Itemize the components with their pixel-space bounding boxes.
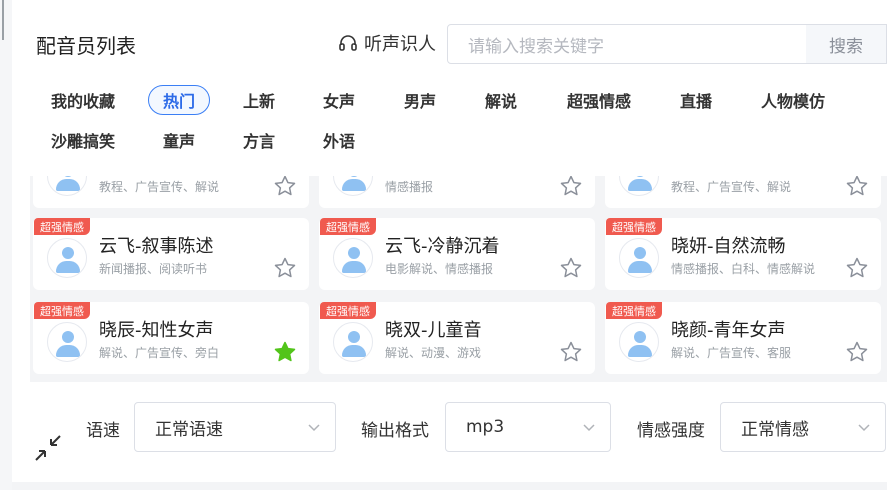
emotion-badge: 超强情感 [320, 302, 376, 319]
tab-category[interactable]: 解说 [470, 85, 532, 115]
avatar-icon [333, 322, 373, 362]
voice-name: 晓辰-知性女声 [99, 320, 214, 341]
tab-category[interactable]: 上新 [228, 85, 290, 115]
voice-name: 晓双-儿童音 [385, 320, 482, 341]
emotion-label: 情感强度 [637, 421, 705, 441]
voice-card[interactable]: 超强情感 晓辰-知性女声解说、广告宣传、旁白 [33, 302, 309, 374]
tab-category[interactable]: 我的收藏 [36, 85, 130, 115]
avatar-icon [333, 176, 373, 196]
tab-category[interactable]: 外语 [308, 125, 370, 155]
tab-category[interactable]: 直播 [665, 85, 727, 115]
star-icon[interactable] [559, 176, 583, 198]
avatar-icon [47, 238, 87, 278]
tab-category[interactable]: 童声 [148, 125, 210, 155]
voice-tags: 解说、广告宣传、旁白 [99, 346, 220, 360]
voice-name: 晓妍-自然流畅 [671, 236, 786, 257]
headset-icon [339, 35, 357, 51]
page-title: 配音员列表 [36, 34, 136, 58]
avatar-icon [619, 238, 659, 278]
voice-tags: 情感播报 [385, 180, 434, 194]
voice-card[interactable]: 情感播报 [319, 176, 595, 208]
listen-label: 听声识人 [364, 34, 436, 55]
chevron-down-icon [308, 424, 320, 432]
voice-card[interactable]: 教程、广告宣传、解说 [605, 176, 881, 208]
star-icon[interactable] [845, 340, 869, 364]
star-icon[interactable] [273, 256, 297, 280]
tab-category[interactable]: 方言 [228, 125, 290, 155]
star-filled-icon[interactable] [273, 340, 297, 364]
star-icon[interactable] [273, 176, 297, 198]
voice-name: 云飞-冷静沉着 [385, 236, 500, 257]
voice-list: 教程、广告宣传、解说 情感播报 教程、广告宣传、解说 超强情感 云飞-叙事陈述 新闻播报、… [30, 176, 887, 382]
star-icon[interactable] [559, 340, 583, 364]
edge-marker [2, 0, 4, 40]
avatar-icon [47, 322, 87, 362]
chevron-down-icon [583, 424, 595, 432]
listen-identify-button[interactable]: 听声识人 [338, 30, 436, 56]
search-input[interactable]: 请输入搜索关键字 [447, 24, 807, 64]
voice-tags: 教程、广告宣传、解说 [99, 180, 220, 194]
emotion-badge: 超强情感 [34, 302, 90, 319]
emotion-badge: 超强情感 [34, 218, 90, 235]
voice-tags: 电影解说、情感播报 [385, 262, 494, 276]
avatar-icon [47, 176, 87, 196]
voice-card[interactable]: 超强情感 晓颜-青年女声解说、广告宣传、客服 [605, 302, 881, 374]
avatar-icon [619, 176, 659, 196]
emotion-badge: 超强情感 [320, 218, 376, 235]
voice-card[interactable]: 超强情感 云飞-冷静沉着电影解说、情感播报 [319, 218, 595, 290]
voice-tags: 情感播报、白科、情感解说 [671, 262, 816, 276]
emotion-badge: 超强情感 [606, 218, 662, 235]
voice-tags: 解说、动漫、游戏 [385, 346, 482, 360]
star-icon[interactable] [845, 176, 869, 198]
emotion-select[interactable]: 正常情感 [720, 402, 886, 452]
emotion-badge: 超强情感 [606, 302, 662, 319]
speed-value: 正常语速 [155, 419, 223, 440]
emotion-value: 正常情感 [741, 419, 809, 440]
format-label: 输出格式 [361, 421, 429, 441]
voice-tags: 新闻播报、阅读听书 [99, 262, 208, 276]
voice-card[interactable]: 超强情感 晓双-儿童音解说、动漫、游戏 [319, 302, 595, 374]
voice-tags: 解说、广告宣传、客服 [671, 346, 792, 360]
voice-card[interactable]: 教程、广告宣传、解说 [33, 176, 309, 208]
chevron-down-icon [858, 424, 870, 432]
voice-tags: 教程、广告宣传、解说 [671, 180, 792, 194]
collapse-icon[interactable] [34, 434, 62, 462]
tab-category[interactable]: 女声 [308, 85, 370, 115]
voice-card[interactable]: 超强情感 云飞-叙事陈述新闻播报、阅读听书 [33, 218, 309, 290]
tab-category[interactable]: 男声 [389, 85, 451, 115]
format-value: mp3 [466, 417, 505, 437]
star-icon[interactable] [845, 256, 869, 280]
tab-category[interactable]: 超强情感 [552, 85, 646, 115]
speed-label: 语速 [86, 421, 120, 441]
voice-name: 云飞-叙事陈述 [99, 236, 214, 257]
avatar-icon [333, 238, 373, 278]
search-button[interactable]: 搜索 [806, 24, 887, 64]
panel-shadow [12, 482, 887, 490]
tab-category[interactable]: 沙雕搞笑 [36, 125, 130, 155]
star-icon[interactable] [559, 256, 583, 280]
tab-category[interactable]: 人物模仿 [746, 85, 840, 115]
format-select[interactable]: mp3 [445, 402, 611, 452]
avatar-icon [619, 322, 659, 362]
voice-card[interactable]: 超强情感 晓妍-自然流畅情感播报、白科、情感解说 [605, 218, 881, 290]
window-edge [0, 0, 12, 490]
speed-select[interactable]: 正常语速 [134, 402, 336, 452]
voice-name: 晓颜-青年女声 [671, 320, 786, 341]
tab-category[interactable]: 热门 [148, 85, 210, 115]
